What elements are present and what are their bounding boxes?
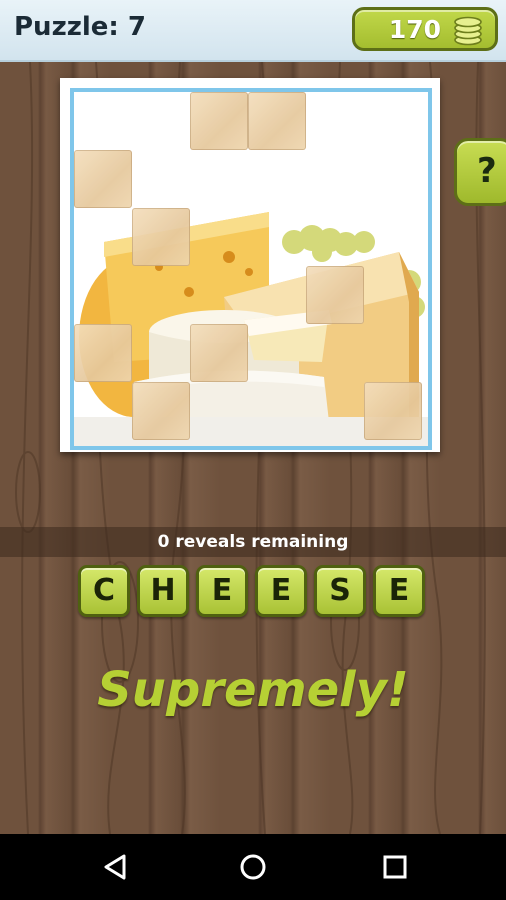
cover-tile[interactable] [190,92,248,150]
answer-letter-tile[interactable]: E [196,565,248,617]
cover-tile[interactable] [306,266,364,324]
puzzle-number-label: Puzzle: 7 [14,12,146,42]
reveals-remaining-label: 0 reveals remaining [0,527,506,557]
answer-letter-tile[interactable]: C [78,565,130,617]
success-message: Supremely! [97,662,409,718]
coin-stack-icon [451,14,485,50]
puzzle-picture-frame [60,78,440,452]
answer-letter-tile[interactable]: S [314,565,366,617]
hint-button[interactable]: ? [454,138,506,206]
puzzle-picture [70,88,432,450]
cover-tile[interactable] [190,324,248,382]
cover-tile[interactable] [74,324,132,382]
home-circle-icon[interactable] [238,852,268,886]
cover-tile[interactable] [132,208,190,266]
cover-tile[interactable] [132,382,190,440]
answer-letters: C H E E S E [78,565,428,619]
answer-letter-tile[interactable]: E [255,565,307,617]
system-nav-bar [0,834,506,900]
answer-letter-tile[interactable]: E [373,565,425,617]
back-triangle-icon[interactable] [100,852,130,886]
cover-tile[interactable] [364,382,422,440]
recents-square-icon[interactable] [380,852,410,886]
coin-count: 170 [388,15,441,44]
cover-tile[interactable] [248,92,306,150]
hint-button-label: ? [477,151,497,191]
top-bar: Puzzle: 7 170 [0,0,506,62]
coin-counter-button[interactable]: 170 [352,7,498,51]
answer-letter-tile[interactable]: H [137,565,189,617]
cover-tile[interactable] [74,150,132,208]
